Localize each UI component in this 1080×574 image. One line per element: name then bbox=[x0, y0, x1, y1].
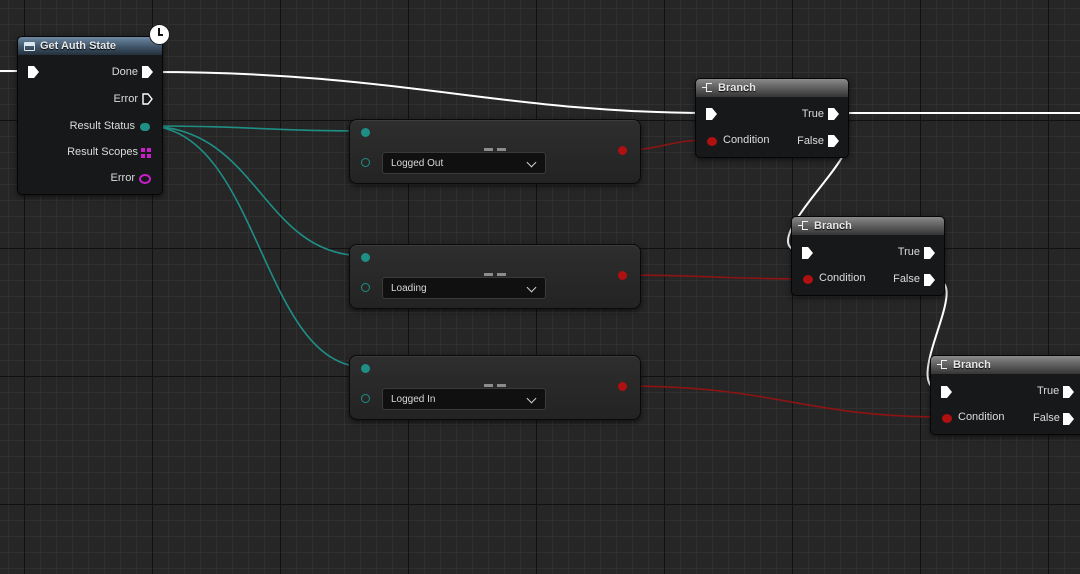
compare-node-loading[interactable]: Loading bbox=[349, 244, 641, 309]
branch-true-pin[interactable] bbox=[828, 108, 839, 120]
branch-node-3[interactable]: Branch True Condition False bbox=[930, 355, 1080, 435]
branch-true-pin[interactable] bbox=[924, 247, 935, 259]
branch-header[interactable]: Branch bbox=[792, 217, 944, 235]
branch-condition-pin[interactable] bbox=[707, 137, 717, 146]
compare-bool-output-pin[interactable] bbox=[618, 271, 627, 280]
branch-exec-input-pin[interactable] bbox=[802, 247, 813, 259]
compare-node-logged-in[interactable]: Logged In bbox=[349, 355, 641, 420]
branch-icon bbox=[937, 359, 948, 371]
branch-node-2[interactable]: Branch True Condition False bbox=[791, 216, 945, 296]
branch-true-pin[interactable] bbox=[1063, 386, 1074, 398]
dropdown-value: Logged In bbox=[391, 394, 436, 405]
branch-header[interactable]: Branch bbox=[931, 356, 1080, 374]
error-exec-pin[interactable] bbox=[142, 93, 153, 105]
error-data-pin[interactable] bbox=[139, 174, 151, 184]
branch-title: Branch bbox=[953, 359, 991, 371]
compare-value-dropdown[interactable]: Logged Out bbox=[382, 152, 546, 174]
result-scopes-pin-label: Result Scopes bbox=[67, 146, 138, 158]
get-auth-state-node[interactable]: Get Auth State Done Error Result Status … bbox=[17, 24, 170, 195]
branch-false-pin[interactable] bbox=[1063, 413, 1074, 425]
compare-node-logged-out[interactable]: Logged Out bbox=[349, 119, 641, 184]
branch-true-label: True bbox=[897, 246, 920, 258]
branch-condition-pin[interactable] bbox=[942, 414, 952, 423]
branch-icon bbox=[702, 82, 713, 94]
branch-exec-input-pin[interactable] bbox=[706, 108, 717, 120]
bool-wire-compare3-to-branch3 bbox=[621, 385, 947, 418]
branch-title: Branch bbox=[814, 220, 852, 232]
branch-true-label: True bbox=[1037, 385, 1060, 397]
result-scopes-pin[interactable] bbox=[141, 148, 151, 158]
bool-wire-compare2-to-branch2 bbox=[621, 274, 808, 280]
branch-node-1[interactable]: Branch True Condition False bbox=[695, 78, 849, 158]
branch-condition-pin[interactable] bbox=[803, 275, 813, 284]
compare-value-dropdown[interactable]: Loading bbox=[382, 277, 546, 299]
done-pin-label: Done bbox=[111, 66, 138, 78]
error-data-pin-label: Error bbox=[110, 172, 135, 184]
branch-false-label: False bbox=[797, 135, 824, 147]
branch-condition-label: Condition bbox=[723, 134, 770, 146]
exec-wire-done-to-branch1 bbox=[152, 71, 711, 114]
dropdown-value: Loading bbox=[391, 283, 427, 294]
done-exec-pin[interactable] bbox=[142, 66, 153, 78]
get-auth-state-header[interactable]: Get Auth State bbox=[18, 37, 162, 55]
result-status-pin[interactable] bbox=[140, 123, 150, 131]
compare-enum-input-pin[interactable] bbox=[361, 364, 370, 373]
compare-enum-input-pin[interactable] bbox=[361, 253, 370, 262]
branch-false-label: False bbox=[893, 273, 920, 285]
latent-clock-icon bbox=[149, 24, 170, 45]
compare-bool-output-pin[interactable] bbox=[618, 146, 627, 155]
enum-wire-to-compare2 bbox=[145, 125, 366, 257]
branch-condition-label: Condition bbox=[958, 411, 1005, 423]
error-exec-pin-label: Error bbox=[113, 93, 138, 105]
dropdown-value: Logged Out bbox=[391, 158, 444, 169]
branch-false-label: False bbox=[1033, 412, 1060, 424]
enum-wire-to-compare1 bbox=[145, 125, 366, 132]
compare-value-pin[interactable] bbox=[361, 283, 370, 292]
compare-value-dropdown[interactable]: Logged In bbox=[382, 388, 546, 410]
branch-icon bbox=[798, 220, 809, 232]
result-status-pin-label: Result Status bbox=[69, 120, 135, 132]
exec-input-pin[interactable] bbox=[28, 66, 39, 78]
function-icon bbox=[24, 41, 35, 51]
branch-header[interactable]: Branch bbox=[696, 79, 848, 97]
enum-wire-to-compare3 bbox=[145, 125, 366, 368]
chevron-down-icon bbox=[526, 157, 537, 168]
branch-true-label: True bbox=[801, 108, 824, 120]
chevron-down-icon bbox=[526, 282, 537, 293]
get-auth-state-title: Get Auth State bbox=[40, 40, 116, 52]
compare-value-pin[interactable] bbox=[361, 158, 370, 167]
branch-exec-input-pin[interactable] bbox=[941, 386, 952, 398]
compare-bool-output-pin[interactable] bbox=[618, 382, 627, 391]
chevron-down-icon bbox=[526, 393, 537, 404]
branch-title: Branch bbox=[718, 82, 756, 94]
branch-false-pin[interactable] bbox=[828, 135, 839, 147]
compare-enum-input-pin[interactable] bbox=[361, 128, 370, 137]
branch-condition-label: Condition bbox=[819, 272, 866, 284]
branch-false-pin[interactable] bbox=[924, 274, 935, 286]
compare-value-pin[interactable] bbox=[361, 394, 370, 403]
